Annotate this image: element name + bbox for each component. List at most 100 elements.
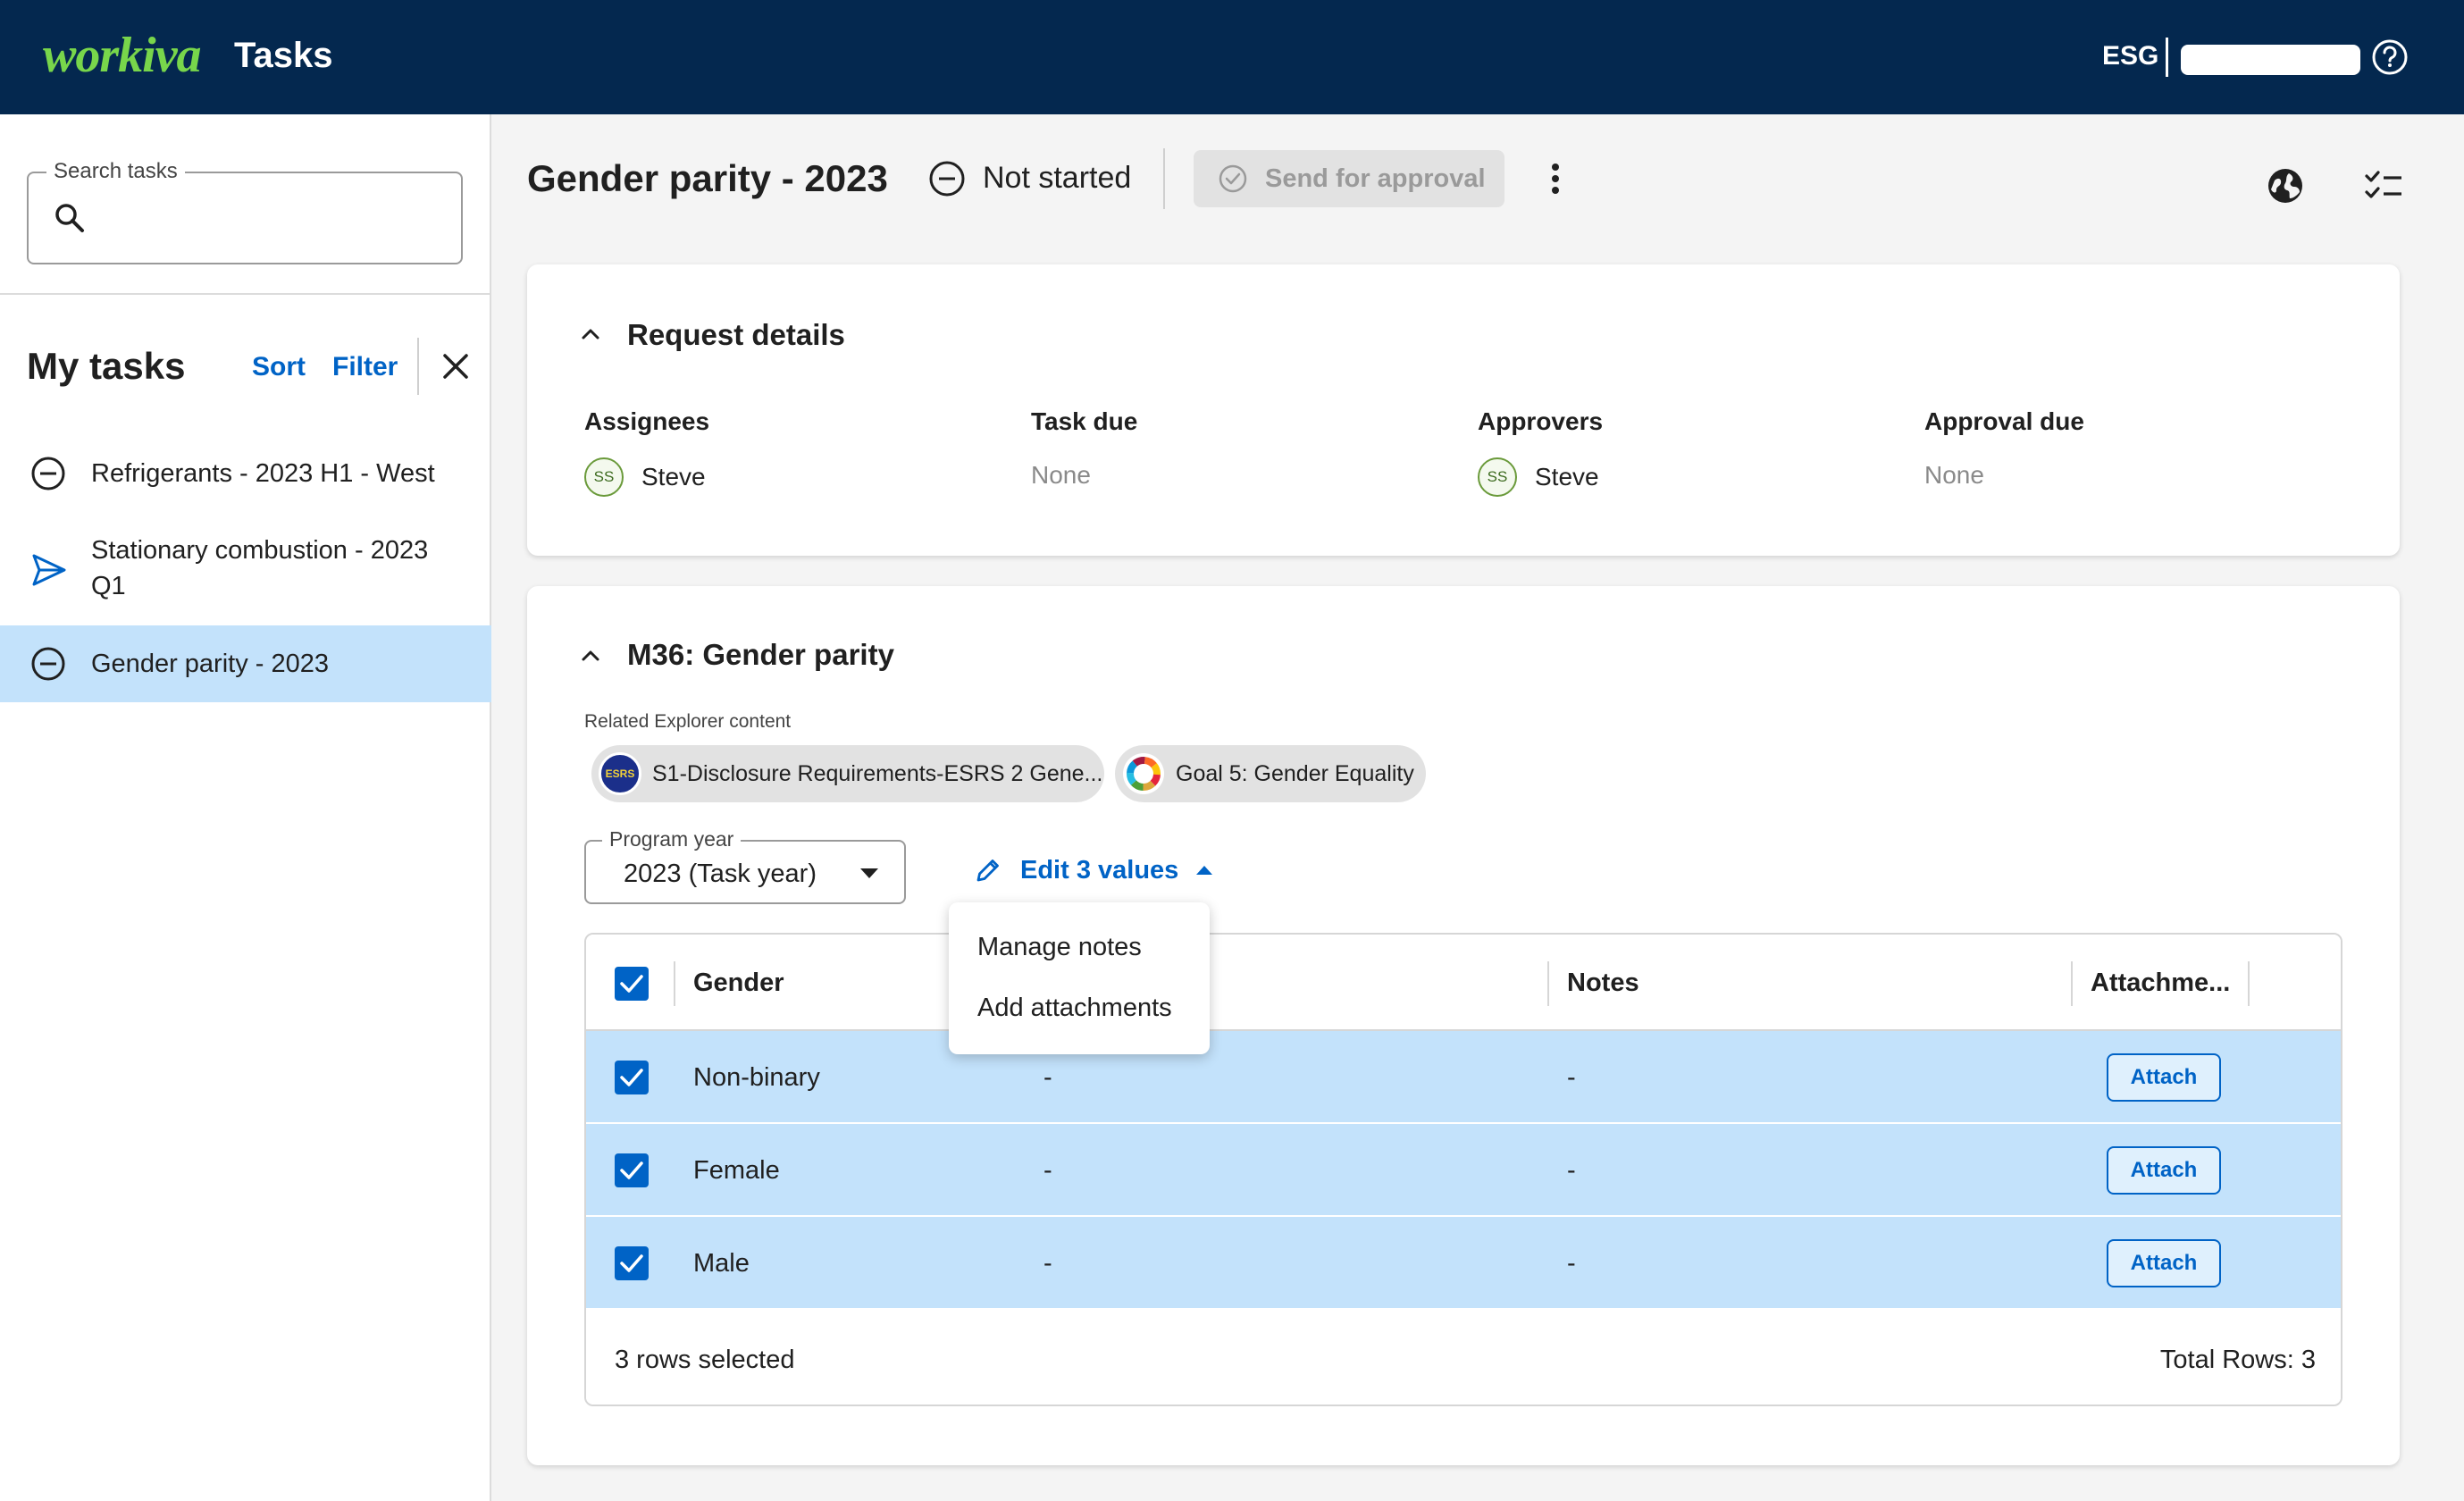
- table-row[interactable]: Female - - Attach: [586, 1124, 2342, 1217]
- column-header-notes[interactable]: Notes: [1567, 969, 1639, 998]
- chip-label: Goal 5: Gender Equality: [1176, 761, 1414, 786]
- checklist-icon[interactable]: [2364, 168, 2403, 204]
- task-label: Refrigerants - 2023 H1 - West: [91, 459, 435, 488]
- program-year-value: 2023 (Task year): [624, 860, 817, 888]
- user-menu[interactable]: [2181, 45, 2360, 75]
- workiva-logo[interactable]: workiva: [43, 27, 202, 84]
- chip-label: S1-Disclosure Requirements-ESRS 2 Gene..…: [652, 761, 1103, 786]
- notes-cell[interactable]: -: [1567, 1156, 1576, 1186]
- approval-due-label: Approval due: [1924, 407, 2084, 435]
- help-icon[interactable]: [2370, 38, 2410, 77]
- check-icon: [620, 1254, 643, 1272]
- chevron-up-icon[interactable]: [577, 641, 604, 668]
- sidebar-divider: [0, 293, 491, 295]
- app-title: Tasks: [234, 36, 333, 75]
- top-divider: [2166, 38, 2168, 77]
- sidebar-toolbar-divider: [417, 338, 419, 395]
- esrs-chip[interactable]: ESRS S1-Disclosure Requirements-ESRS 2 G…: [591, 745, 1104, 802]
- check-circle-icon: [1219, 164, 1247, 193]
- total-rows-count: Total Rows: 3: [2159, 1346, 2316, 1374]
- gender-cell: Female: [693, 1156, 780, 1185]
- value-cell[interactable]: -: [1043, 1063, 1052, 1093]
- status-label: Not started: [983, 161, 1132, 195]
- notes-cell[interactable]: -: [1567, 1249, 1576, 1279]
- sidebar-task-item[interactable]: Stationary combustion - 2023 Q1: [0, 516, 491, 624]
- data-grid: Gender Notes Attachme... Non-binary - - …: [584, 933, 2342, 1406]
- task-label: Stationary combustion - 2023 Q1: [91, 536, 429, 600]
- grid-header: Gender Notes Attachme...: [586, 935, 2341, 1031]
- send-for-approval-button[interactable]: Send for approval: [1194, 150, 1504, 207]
- column-separator[interactable]: [1547, 961, 1549, 1006]
- search-input[interactable]: [100, 195, 440, 241]
- column-separator[interactable]: [674, 961, 675, 1006]
- more-options-icon[interactable]: [1542, 159, 1569, 198]
- approvers-label: Approvers: [1478, 407, 1604, 435]
- edit-values-menu: Manage notes Add attachments: [949, 902, 1210, 1054]
- metric-card: M36: Gender parity Related Explorer cont…: [527, 586, 2400, 1465]
- column-separator[interactable]: [2248, 961, 2250, 1006]
- program-year-label: Program year: [602, 827, 742, 851]
- org-switcher[interactable]: ESG: [2102, 41, 2158, 71]
- column-header-gender[interactable]: Gender: [693, 969, 784, 998]
- attach-button[interactable]: Attach: [2107, 1053, 2221, 1102]
- rows-selected-count: 3 rows selected: [615, 1346, 795, 1374]
- column-header-attachments[interactable]: Attachme...: [2091, 969, 2230, 998]
- sdg-chip[interactable]: Goal 5: Gender Equality: [1115, 745, 1426, 802]
- assignees-label: Assignees: [584, 407, 710, 435]
- notes-cell[interactable]: -: [1567, 1063, 1576, 1093]
- row-checkbox[interactable]: [615, 1246, 649, 1280]
- page-title: Gender parity - 2023: [527, 157, 888, 199]
- check-icon: [620, 975, 643, 993]
- avatar: SS: [1478, 457, 1517, 497]
- menu-item-manage-notes[interactable]: Manage notes: [977, 933, 1142, 962]
- sort-button[interactable]: Sort: [252, 352, 306, 382]
- top-bar: workiva Tasks ESG: [0, 0, 2464, 114]
- assignee-name: Steve: [641, 463, 706, 491]
- filter-button[interactable]: Filter: [332, 352, 398, 382]
- avatar: SS: [584, 457, 624, 497]
- chevron-up-icon[interactable]: [577, 320, 604, 347]
- table-row[interactable]: Non-binary - - Attach: [586, 1031, 2342, 1124]
- header-divider: [1163, 148, 1165, 209]
- row-checkbox[interactable]: [615, 1061, 649, 1094]
- close-icon[interactable]: [438, 348, 474, 384]
- more-options-icon[interactable]: [2334, 1245, 2342, 1281]
- search-field[interactable]: Search tasks: [27, 159, 463, 264]
- caret-up-icon: [1196, 866, 1212, 875]
- attach-button[interactable]: Attach: [2107, 1146, 2221, 1195]
- approval-due-value: None: [1924, 461, 1984, 489]
- attach-button[interactable]: Attach: [2107, 1239, 2221, 1287]
- pencil-icon: [976, 860, 999, 882]
- request-details-card: Request details Assignees SS Steve Task …: [527, 264, 2400, 556]
- column-separator[interactable]: [2071, 961, 2073, 1006]
- row-checkbox[interactable]: [615, 1153, 649, 1187]
- search-label: Search tasks: [46, 159, 185, 184]
- value-cell[interactable]: -: [1043, 1249, 1052, 1279]
- check-icon: [620, 1161, 643, 1179]
- send-for-approval-label: Send for approval: [1265, 164, 1486, 193]
- sidebar-task-item[interactable]: Refrigerants - 2023 H1 - West: [0, 438, 491, 509]
- request-details-title: Request details: [627, 318, 845, 351]
- sdg-wheel-icon: [1123, 753, 1164, 794]
- grid-footer: 3 rows selected Total Rows: 3: [586, 1312, 2341, 1405]
- task-due-label: Task due: [1031, 407, 1138, 435]
- my-tasks-title: My tasks: [27, 345, 186, 387]
- more-options-icon[interactable]: [2334, 1060, 2342, 1095]
- sidebar-task-item-active[interactable]: Gender parity - 2023: [0, 625, 491, 702]
- globe-icon[interactable]: [2266, 166, 2305, 205]
- more-options-icon[interactable]: [2334, 1153, 2342, 1188]
- table-row[interactable]: Male - - Attach: [586, 1217, 2342, 1310]
- value-cell[interactable]: -: [1043, 1156, 1052, 1186]
- search-icon: [55, 204, 84, 232]
- caret-down-icon: [860, 868, 878, 878]
- related-content-label: Related Explorer content: [584, 711, 792, 732]
- menu-item-add-attachments[interactable]: Add attachments: [977, 994, 1172, 1023]
- check-icon: [620, 1069, 643, 1086]
- sidebar: Search tasks My tasks Sort Filter Refrig…: [0, 114, 491, 1501]
- esrs-logo: ESRS: [599, 752, 641, 795]
- edit-values-label: Edit 3 values: [1020, 856, 1179, 885]
- task-due-value: None: [1031, 461, 1091, 489]
- select-all-checkbox[interactable]: [615, 967, 649, 1001]
- program-year-select[interactable]: Program year 2023 (Task year): [584, 827, 906, 904]
- not-started-icon: [31, 457, 65, 491]
